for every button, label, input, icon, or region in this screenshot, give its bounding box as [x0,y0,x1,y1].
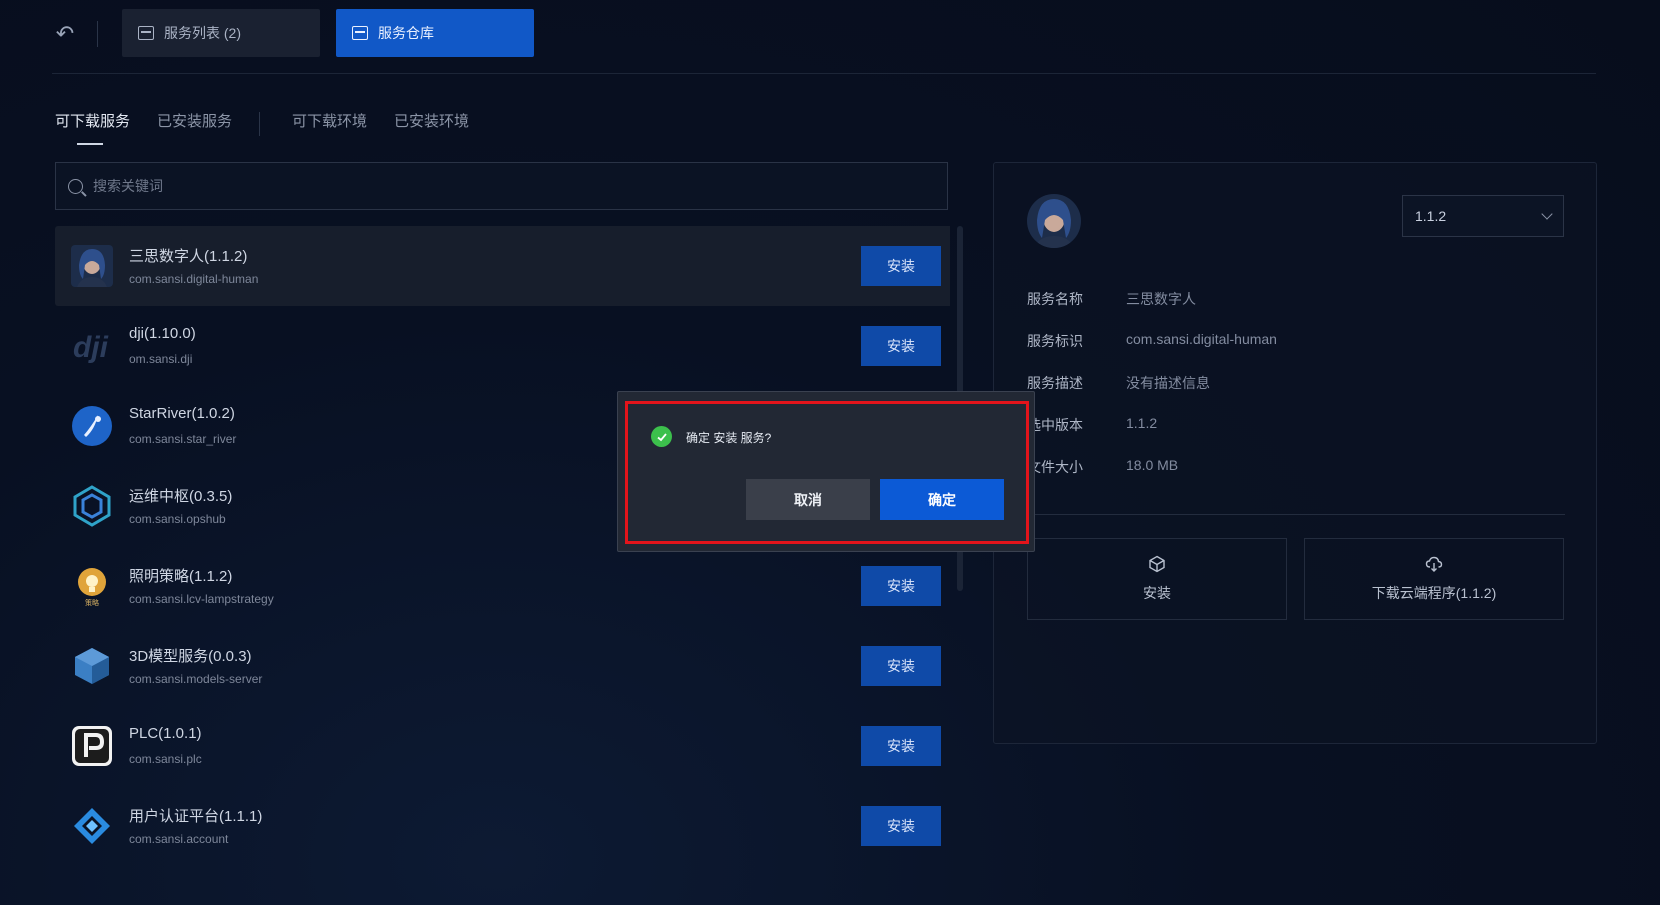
service-name: PLC(1.0.1) [129,725,202,742]
server-list-icon [138,26,154,40]
lamp-strategy-logo: 策略 [71,565,113,607]
confirm-button[interactable]: 确定 [880,479,1004,520]
action-label: 下载云端程序(1.1.2) [1371,585,1497,601]
version-select[interactable]: 1.1.2 [1402,195,1564,237]
service-id: com.sansi.star_river [129,432,237,446]
install-button[interactable]: 安装 [861,806,941,846]
search-input[interactable] [91,177,895,195]
info-value: 三思数字人 [1126,291,1196,307]
download-cloud-program-button[interactable]: 下载云端程序(1.1.2) [1304,538,1564,620]
service-name: 用户认证平台(1.1.1) [129,808,263,825]
list-item[interactable]: 用户认证平台(1.1.1) com.sansi.account 安装 [55,786,950,846]
svg-text:dji: dji [73,331,109,364]
service-name: 照明策略(1.1.2) [129,568,233,585]
install-button[interactable]: 安装 [861,646,941,686]
divider [97,21,98,47]
info-label: 服务描述 [1027,375,1083,391]
tab-downloadable-environments[interactable]: 可下载环境 [292,110,367,131]
search-icon [68,178,83,194]
list-item[interactable]: 三思数字人(1.1.2) com.sansi.digital-human 安装 [55,226,950,306]
tab-label: 服务列表 (2) [164,25,241,41]
tab-downloadable-services[interactable]: 可下载服务 [55,110,130,131]
info-value: 没有描述信息 [1126,375,1210,391]
divider [52,73,1596,74]
install-button[interactable]: 安装 [861,726,941,766]
back-icon[interactable]: ↶ [52,22,78,46]
service-name: StarRiver(1.0.2) [129,405,235,422]
highlight-frame [625,401,1029,544]
service-id: com.sansi.models-server [129,672,263,686]
search-box [55,162,948,210]
list-item[interactable]: 策略 照明策略(1.1.2) com.sansi.lcv-lampstrateg… [55,546,950,626]
lamp-strategy-logo-text: 策略 [85,598,99,607]
list-item[interactable]: 3D模型服务(0.0.3) com.sansi.models-server 安装 [55,626,950,706]
info-value: com.sansi.digital-human [1126,331,1277,347]
star-river-logo [71,405,113,447]
tab-label: 服务仓库 [378,25,434,41]
info-value: 1.1.2 [1126,415,1158,431]
divider [1027,514,1565,515]
list-item[interactable]: PLC(1.0.1) com.sansi.plc 安装 [55,706,950,786]
confirm-dialog: 确定 安装 服务? 取消 确定 [617,391,1035,552]
tab-service-list[interactable]: 服务列表 (2) [122,9,320,57]
service-id: com.sansi.lcv-lampstrategy [129,592,274,606]
success-check-icon [651,426,672,447]
install-button[interactable]: 安装 [861,566,941,606]
service-name: 3D模型服务(0.0.3) [129,648,252,665]
tab-service-repository[interactable]: 服务仓库 [336,9,534,57]
install-action-button[interactable]: 安装 [1027,538,1287,620]
tab-installed-environments[interactable]: 已安装环境 [394,110,469,131]
account-logo [71,805,113,846]
info-value: 18.0 MB [1126,457,1179,473]
info-label: 文件大小 [1027,459,1083,475]
plc-logo [71,725,113,767]
cancel-button[interactable]: 取消 [746,479,870,520]
action-label: 安装 [1143,585,1171,601]
info-label: 选中版本 [1027,417,1083,433]
version-value: 1.1.2 [1415,208,1447,224]
install-button[interactable]: 安装 [861,326,941,366]
service-name: dji(1.10.0) [129,325,196,342]
cube-logo [71,645,113,687]
dialog-message: 确定 安装 服务? [686,431,772,445]
service-id: com.sansi.plc [129,752,202,766]
cloud-download-icon [1425,556,1443,572]
top-bar: ↶ 服务列表 (2) 服务仓库 [0,0,1660,74]
service-id: com.sansi.opshub [129,512,226,526]
box-icon [352,26,368,40]
info-label: 服务标识 [1027,333,1083,349]
active-tab-indicator [77,143,103,145]
service-id: com.sansi.account [129,832,229,846]
service-id: om.sansi.dji [129,352,193,366]
list-item[interactable]: dji dji(1.10.0) om.sansi.dji 安装 [55,306,950,386]
service-name: 运维中枢(0.3.5) [129,488,233,505]
dji-logo: dji [71,325,113,367]
package-icon [1149,555,1165,573]
digital-human-avatar [1027,194,1081,248]
info-label: 服务名称 [1027,291,1083,307]
service-name: 三思数字人(1.1.2) [129,248,248,265]
tab-installed-services[interactable]: 已安装服务 [157,110,232,131]
divider [259,112,260,136]
install-button[interactable]: 安装 [861,246,941,286]
service-id: com.sansi.digital-human [129,272,259,286]
service-detail-panel: 1.1.2 服务名称 三思数字人 服务标识 com.sansi.digital-… [993,162,1597,744]
opshub-logo [71,485,113,527]
digital-human-avatar [71,245,113,287]
chevron-down-icon [1541,208,1553,220]
